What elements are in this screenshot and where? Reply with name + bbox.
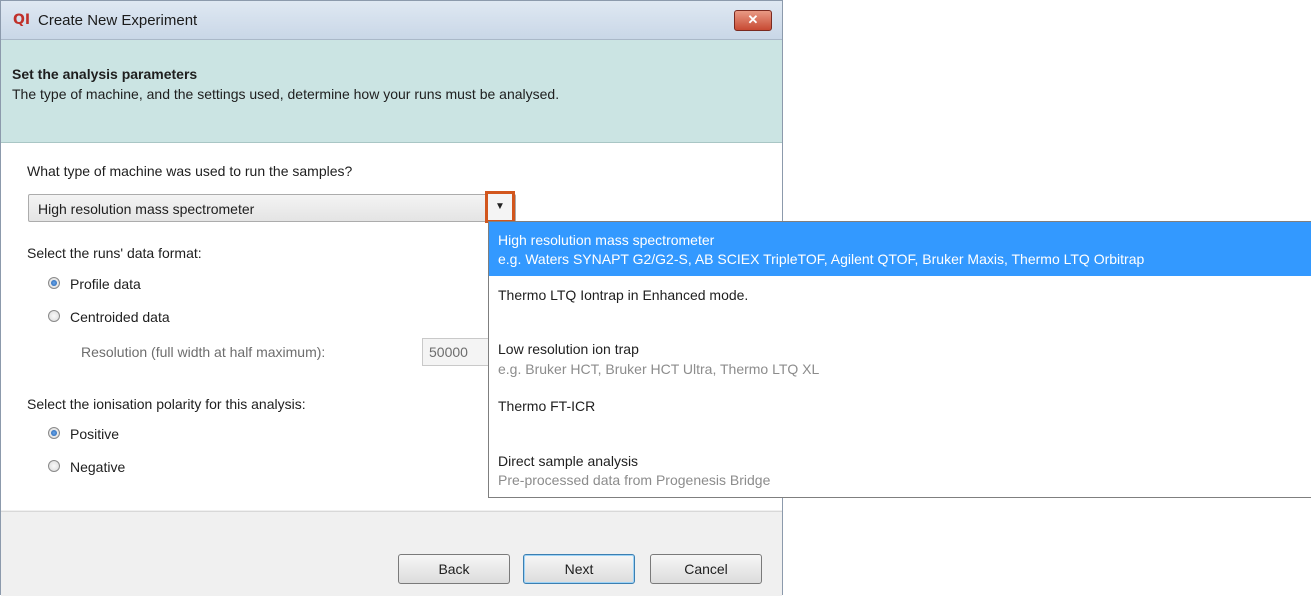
radio-selected-icon: [48, 277, 60, 289]
machine-type-selected-value: High resolution mass spectrometer: [38, 201, 255, 217]
machine-type-dropdown-list: High resolution mass spectrometer e.g. W…: [488, 221, 1311, 498]
title-bar: QI Create New Experiment ✕: [1, 1, 782, 40]
option-subtitle: e.g. Waters SYNAPT G2/G2-S, AB SCIEX Tri…: [498, 251, 1145, 267]
close-button[interactable]: ✕: [734, 10, 772, 31]
wizard-header: Set the analysis parameters The type of …: [1, 40, 782, 143]
radio-label: Positive: [70, 426, 120, 442]
radio-label: Centroided data: [70, 309, 170, 325]
chevron-down-icon: ▼: [495, 201, 505, 212]
option-subtitle: Pre-processed data from Progenesis Bridg…: [498, 472, 771, 488]
radio-label: Profile data: [70, 276, 141, 292]
dropdown-option-low-resolution-ion-trap[interactable]: Low resolution ion trap e.g. Bruker HCT,…: [489, 335, 1311, 391]
dropdown-option-direct-sample-analysis[interactable]: Direct sample analysis Pre-processed dat…: [489, 445, 1311, 498]
dropdown-arrow-button[interactable]: ▼: [485, 191, 515, 223]
option-label: Low resolution ion trap: [498, 341, 639, 357]
option-label: High resolution mass spectrometer: [498, 232, 715, 248]
data-format-label: Select the runs' data format:: [27, 245, 202, 261]
resolution-label: Resolution (full width at half maximum):: [81, 344, 326, 360]
qi-app-icon: QI: [13, 12, 31, 28]
radio-selected-icon: [48, 427, 60, 439]
radio-label: Negative: [70, 459, 126, 475]
header-title: Set the analysis parameters: [12, 66, 198, 82]
cancel-button[interactable]: Cancel: [650, 554, 762, 584]
machine-type-combobox[interactable]: High resolution mass spectrometer ▼: [28, 191, 516, 223]
wizard-footer: Back Next Cancel: [1, 511, 782, 596]
dropdown-option-thermo-ltq-iontrap[interactable]: Thermo LTQ Iontrap in Enhanced mode.: [489, 276, 1311, 335]
radio-unselected-icon: [48, 310, 60, 322]
back-button[interactable]: Back: [398, 554, 510, 584]
option-label: Thermo FT-ICR: [498, 398, 596, 414]
option-label: Thermo LTQ Iontrap in Enhanced mode.: [498, 287, 749, 303]
option-subtitle: e.g. Bruker HCT, Bruker HCT Ultra, Therm…: [498, 361, 820, 377]
machine-type-question: What type of machine was used to run the…: [27, 163, 353, 179]
close-icon: ✕: [747, 12, 759, 27]
header-description: The type of machine, and the settings us…: [12, 86, 560, 102]
window-title: Create New Experiment: [38, 12, 198, 29]
next-button[interactable]: Next: [523, 554, 635, 584]
resolution-input[interactable]: 50000: [422, 338, 492, 366]
dropdown-option-high-resolution[interactable]: High resolution mass spectrometer e.g. W…: [489, 222, 1311, 276]
polarity-label: Select the ionisation polarity for this …: [27, 396, 306, 412]
radio-unselected-icon: [48, 460, 60, 472]
option-label: Direct sample analysis: [498, 453, 639, 469]
dropdown-option-thermo-ft-icr[interactable]: Thermo FT-ICR: [489, 391, 1311, 445]
